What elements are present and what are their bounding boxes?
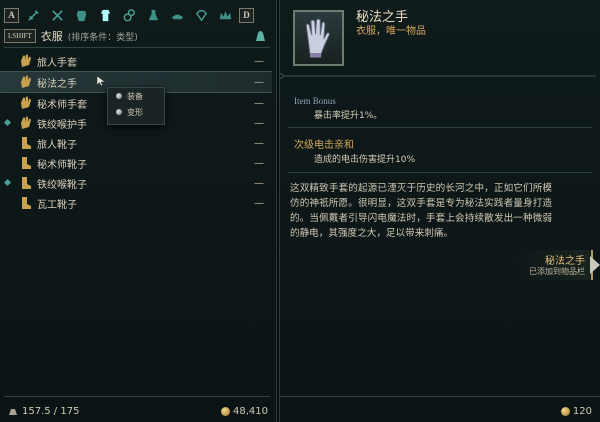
- glove-icon: [21, 54, 31, 67]
- boot-icon: [22, 157, 31, 169]
- gems-tab-icon[interactable]: [191, 6, 211, 24]
- bonus-label: Item Bonus: [294, 96, 336, 106]
- armor-tab-icon[interactable]: [71, 6, 91, 24]
- item-quantity: —: [254, 55, 264, 67]
- toast-title: 秘法之手: [545, 256, 585, 267]
- potions-tab-icon[interactable]: [143, 6, 163, 24]
- rings-tab-icon[interactable]: [119, 6, 139, 24]
- bag-icon: [256, 31, 265, 41]
- context-transform[interactable]: 变形: [108, 104, 164, 120]
- weight-icon: [9, 409, 17, 415]
- item-name: 瓦工靴子: [37, 199, 77, 211]
- clothing-tab-icon[interactable]: [95, 6, 115, 24]
- item-name: 旅人手套: [37, 57, 77, 69]
- boot-icon: [22, 197, 31, 209]
- bullet-icon: [116, 109, 122, 115]
- lamp-tab-icon[interactable]: [167, 6, 187, 24]
- bullet-icon: [116, 93, 122, 99]
- context-equip[interactable]: 装备: [108, 88, 164, 104]
- item-description: 这双精致手套的起源已湮灭于历史的长河之中，正如它们所模仿的神祇所愿。很明显，这双…: [290, 183, 552, 239]
- category-title: 衣服: [40, 30, 63, 43]
- glove-icon: [21, 116, 31, 129]
- next-category-key[interactable]: D: [239, 7, 254, 23]
- item-name: 秘术师手套: [37, 99, 87, 111]
- equipped-marker-icon: [4, 119, 11, 126]
- divider: [280, 396, 600, 397]
- equipped-marker-icon: [4, 179, 11, 186]
- divider: [288, 172, 592, 173]
- toast-subtitle: 已添加到物品栏: [529, 267, 585, 276]
- prev-category-key[interactable]: A: [4, 7, 19, 23]
- price-display: 120: [560, 400, 592, 422]
- toast-arrow-icon: [590, 256, 600, 274]
- glove-icon: [305, 18, 331, 58]
- context-menu: 装备 变形: [107, 87, 165, 125]
- sort-label[interactable]: (排序条件：类型): [68, 30, 138, 43]
- category-tabs: A D: [4, 6, 268, 24]
- item-name: 铁绞喉护手: [37, 119, 87, 131]
- item-quantity: —: [254, 197, 264, 209]
- inventory-item-row[interactable]: 旅人靴子 —: [0, 133, 272, 153]
- divider: [288, 127, 592, 128]
- item-quantity: —: [254, 97, 264, 109]
- glove-icon: [21, 96, 31, 109]
- inventory-item-row[interactable]: 瓦工靴子 —: [0, 193, 272, 213]
- bonus-value: 暴击率提升1%。: [314, 111, 383, 121]
- secondary-bonus-title: 次级电击亲和: [294, 140, 354, 151]
- gold-display: 48,410: [221, 400, 268, 422]
- item-quantity: —: [254, 117, 264, 129]
- item-quantity: —: [254, 157, 264, 169]
- item-name: 秘术师靴子: [37, 159, 87, 171]
- weight-display: 157.5 / 175: [8, 400, 79, 422]
- crown-tab-icon[interactable]: [215, 6, 235, 24]
- inventory-item-row[interactable]: 铁绞喉靴子 —: [0, 173, 272, 193]
- secondary-bonus-value: 造成的电击伤害提升10%: [314, 155, 416, 165]
- swords-tab-icon[interactable]: [47, 6, 67, 24]
- item-name: 旅人靴子: [37, 139, 77, 151]
- divider: [4, 396, 270, 397]
- ornament-divider: [280, 72, 596, 80]
- boot-icon: [22, 137, 31, 149]
- item-type: 衣服，唯一物品: [356, 26, 426, 37]
- glove-icon: [21, 75, 31, 88]
- weapons-tab-icon[interactable]: [23, 6, 43, 24]
- inventory-item-row[interactable]: 旅人手套 —: [0, 51, 272, 71]
- item-name: 秘法之手: [37, 78, 77, 90]
- item-quantity: —: [254, 177, 264, 189]
- inventory-panel: A D LSHIFT 衣服 (排序条件：类型) 旅人手套 — 秘法之手 — 秘术师手套 —…: [0, 0, 277, 422]
- gold-coin-icon: [560, 406, 570, 416]
- item-added-toast: 秘法之手 已添加到物品栏: [505, 250, 593, 280]
- item-quantity: —: [254, 76, 264, 88]
- mouse-cursor-icon: [97, 76, 105, 86]
- gold-coin-icon: [221, 406, 230, 416]
- item-list: 旅人手套 — 秘法之手 — 秘术师手套 — 铁绞喉护手 — 旅人靴子 — 秘术师靴子 — 铁绞喉靴子 — 瓦…: [0, 51, 272, 213]
- item-quantity: —: [254, 137, 264, 149]
- item-thumbnail: [293, 10, 344, 66]
- inventory-item-row[interactable]: 秘术师靴子 —: [0, 153, 272, 173]
- boot-icon: [22, 177, 31, 189]
- sort-shift-key[interactable]: LSHIFT: [4, 29, 36, 43]
- item-name: 铁绞喉靴子: [37, 179, 87, 191]
- item-detail-panel: 秘法之手 衣服，唯一物品 Item Bonus 暴击率提升1%。 次级电击亲和 …: [279, 0, 600, 422]
- divider: [4, 47, 270, 48]
